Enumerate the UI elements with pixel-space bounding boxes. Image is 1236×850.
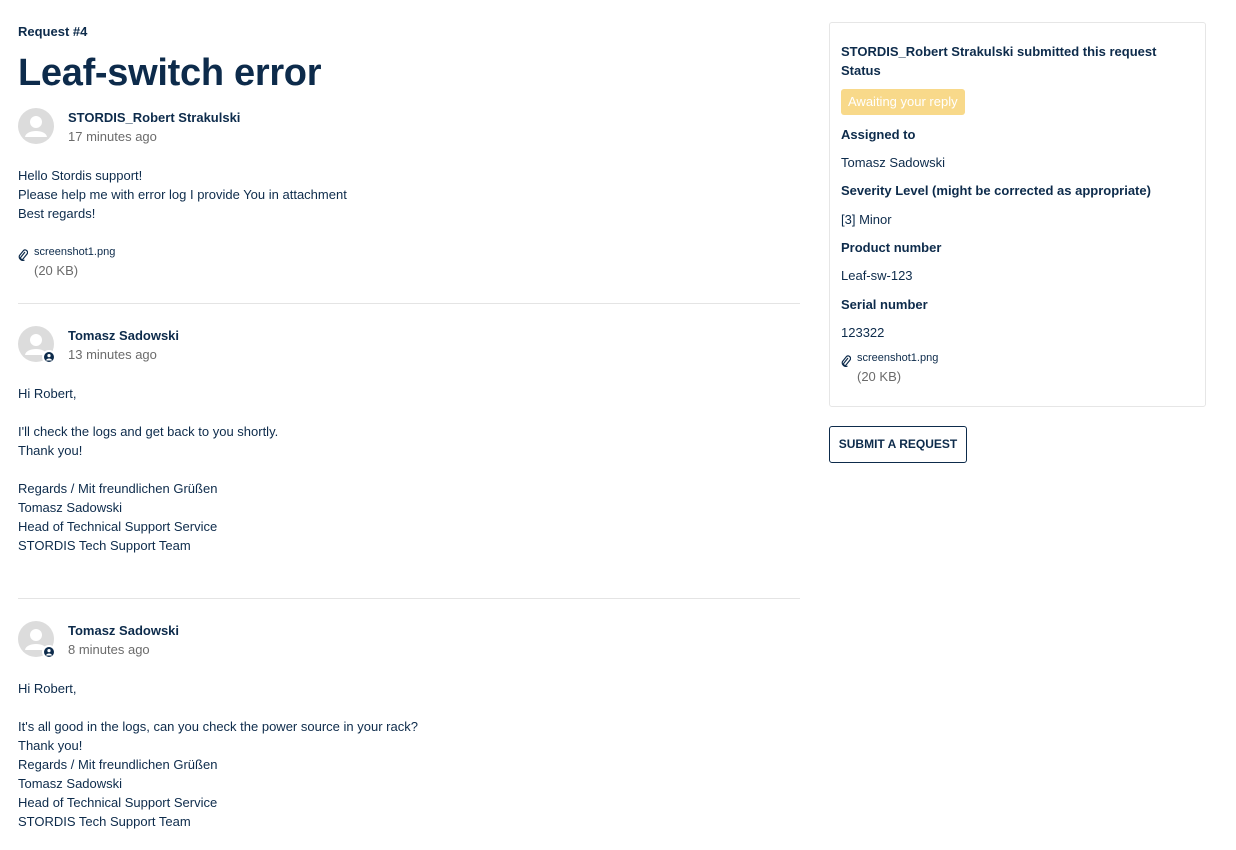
serial-number-label: Serial number bbox=[841, 297, 928, 312]
comment-time: 13 minutes ago bbox=[68, 347, 157, 362]
comment-author: Tomasz Sadowski bbox=[68, 623, 180, 638]
comment-divider bbox=[18, 303, 800, 304]
comment-line: Tomasz Sadowski bbox=[18, 500, 123, 515]
comment-line: Tomasz Sadowski bbox=[18, 776, 123, 791]
comment-line: STORDIS Tech Support Team bbox=[18, 538, 191, 553]
serial-number-value: 123322 bbox=[841, 325, 885, 340]
comment-line: Thank you! bbox=[18, 443, 83, 458]
comment-divider bbox=[18, 598, 800, 599]
attachment-link[interactable]: screenshot1.png bbox=[34, 246, 115, 258]
page-title: Leaf-switch error bbox=[18, 52, 322, 94]
comment-line: Head of Technical Support Service bbox=[18, 519, 218, 534]
request-details-panel: STORDIS_Robert Strakulski submitted this… bbox=[829, 22, 1206, 407]
agent-badge-icon bbox=[42, 350, 56, 364]
severity-label: Severity Level (might be corrected as ap… bbox=[841, 183, 1151, 198]
comment-line: Thank you! bbox=[18, 738, 83, 753]
attachment-link[interactable]: screenshot1.png bbox=[857, 352, 938, 364]
assigned-to-label: Assigned to bbox=[841, 127, 916, 142]
comment-line bbox=[18, 460, 278, 479]
product-number-label: Product number bbox=[841, 240, 942, 255]
comment-line: STORDIS Tech Support Team bbox=[18, 814, 191, 829]
comment-line bbox=[18, 698, 418, 717]
comment-line: Hello Stordis support! bbox=[18, 168, 143, 183]
paperclip-icon bbox=[18, 249, 28, 261]
submitted-by-text: STORDIS_Robert Strakulski submitted this… bbox=[841, 44, 1157, 59]
severity-value: [3] Minor bbox=[841, 212, 892, 227]
agent-badge-icon bbox=[42, 645, 56, 659]
assigned-to-value: Tomasz Sadowski bbox=[841, 155, 946, 170]
comment-line: It's all good in the logs, can you check… bbox=[18, 719, 418, 734]
submit-request-button[interactable]: SUBMIT A REQUEST bbox=[829, 426, 967, 463]
status-label: Status bbox=[841, 63, 881, 78]
comment-line: Regards / Mit freundlichen Grüßen bbox=[18, 757, 218, 772]
paperclip-icon bbox=[841, 355, 851, 367]
comment-body: Hi Robert, It's all good in the logs, ca… bbox=[18, 679, 418, 831]
comment-author: Tomasz Sadowski bbox=[68, 328, 180, 343]
comment-author: STORDIS_Robert Strakulski bbox=[68, 110, 241, 125]
status-badge: Awaiting your reply bbox=[841, 89, 965, 115]
comment-body: Hello Stordis support! Please help me wi… bbox=[18, 166, 347, 223]
product-number-value: Leaf-sw-123 bbox=[841, 268, 913, 283]
comment-line: Head of Technical Support Service bbox=[18, 795, 218, 810]
attachment-size: (20 KB) bbox=[34, 263, 79, 278]
comment-line: I'll check the logs and get back to you … bbox=[18, 424, 279, 439]
comment-time: 17 minutes ago bbox=[68, 129, 157, 144]
request-number: Request #4 bbox=[18, 24, 88, 39]
comment-line: Best regards! bbox=[18, 206, 96, 221]
comment-line bbox=[18, 403, 278, 422]
comment-line: Hi Robert, bbox=[18, 386, 77, 401]
comment-line: Regards / Mit freundlichen Grüßen bbox=[18, 481, 218, 496]
user-avatar-icon bbox=[18, 108, 54, 144]
attachment-size: (20 KB) bbox=[857, 369, 902, 384]
comment-line: Please help me with error log I provide … bbox=[18, 187, 347, 202]
comment-body: Hi Robert, I'll check the logs and get b… bbox=[18, 384, 278, 555]
comment-line: Hi Robert, bbox=[18, 681, 77, 696]
comment-time: 8 minutes ago bbox=[68, 642, 150, 657]
